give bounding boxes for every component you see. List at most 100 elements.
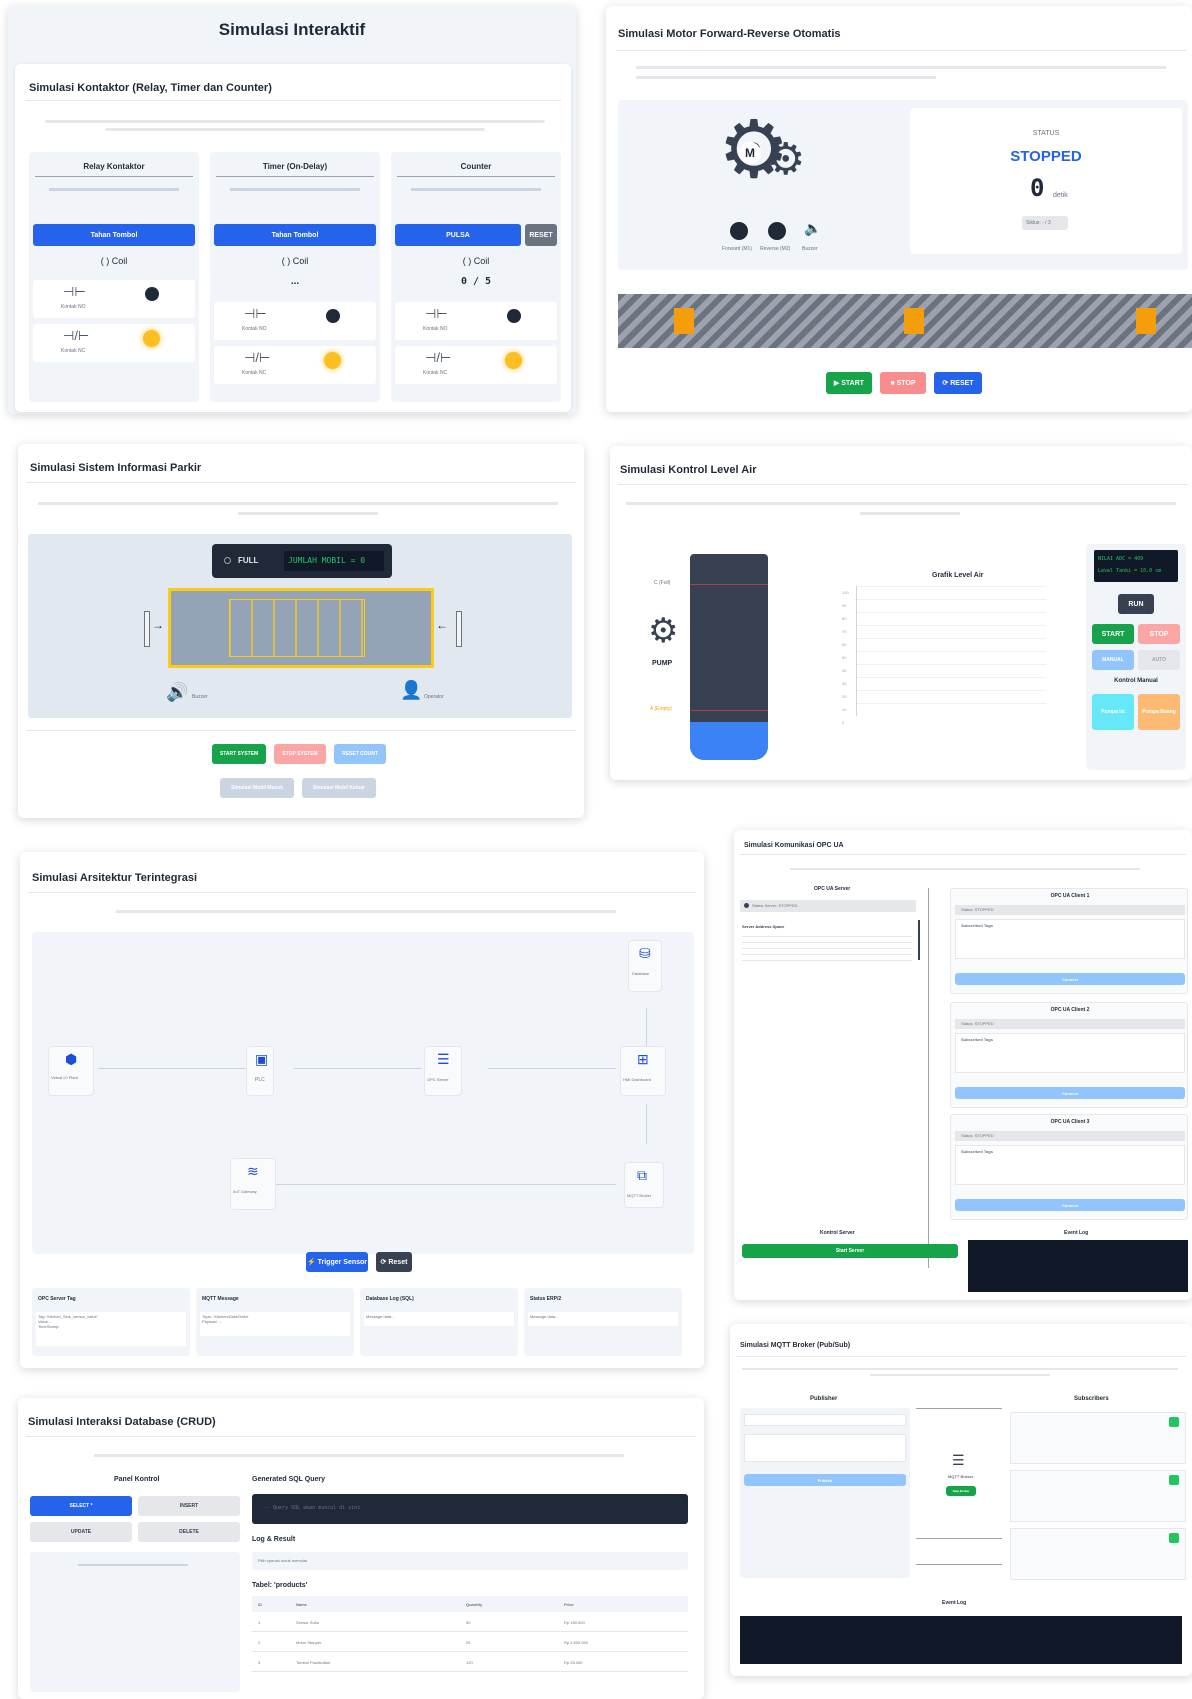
publisher-form: Publish: [740, 1408, 910, 1578]
publish-button[interactable]: Publish: [744, 1474, 906, 1486]
start-system-button[interactable]: START SYSTEM: [212, 744, 266, 764]
log-box: Pilih operasi untuk memulai.: [252, 1552, 688, 1570]
auto-button[interactable]: AUTO: [1138, 650, 1180, 670]
parking-lot: [168, 588, 434, 668]
full-lamp-icon: [224, 557, 231, 564]
panel-motor: Simulasi Motor Forward-Reverse Otomatis …: [606, 6, 1192, 412]
timer-coil: ( ) Coil: [281, 256, 309, 266]
run-button[interactable]: RUN: [1118, 594, 1154, 614]
pump-fill-button[interactable]: Pompa Isi: [1092, 694, 1134, 730]
counter-nc-label: Kontak NC: [423, 370, 448, 376]
subscriber-3-toggle[interactable]: [1169, 1533, 1179, 1543]
client-3-status: Status: STOPPED: [961, 1133, 994, 1138]
arch-diagram: ⬢ Virtual IO Plant ▣ PLC ☰ OPC Server ⊞ …: [32, 932, 694, 1254]
forward-label: Forward (M1): [722, 246, 753, 252]
relay-nc-label: Kontak NC: [61, 348, 86, 354]
update-button[interactable]: UPDATE: [30, 1522, 132, 1542]
info-db-text: Message data...: [364, 1312, 514, 1326]
water-fill: [690, 722, 768, 760]
table-row: 1 Sensor Suhu 50 Rp 150.000: [252, 1614, 688, 1632]
timer-nc-label: Kontak NC: [242, 370, 267, 376]
motor-reset-button[interactable]: ⟳ RESET: [934, 372, 982, 394]
plc-node[interactable]: ▣ PLC: [246, 1046, 274, 1096]
mqtt-title: Simulasi MQTT Broker (Pub/Sub): [740, 1342, 851, 1349]
lcd-line-2: Level Tanki = 10.0 cm: [1098, 568, 1162, 574]
opc-client-3: OPC UA Client 3 Status: STOPPED Subscrib…: [950, 1114, 1188, 1220]
motor-gear-small-icon: ⚙: [766, 135, 806, 184]
client-2-title: OPC UA Client 2: [1050, 1007, 1090, 1013]
trigger-sensor-button[interactable]: ⚡ Trigger Sensor: [306, 1252, 368, 1272]
message-input[interactable]: [744, 1434, 906, 1462]
relay-coil: ( ) Coil: [100, 256, 128, 266]
status-value: STOPPED: [1010, 148, 1082, 165]
opc-node[interactable]: ☰ OPC Server: [424, 1046, 462, 1096]
buzzer-label: Buzzer: [192, 694, 208, 700]
lamp-off-icon: [145, 287, 159, 301]
info-mqtt-label: MQTT Message: [202, 1296, 239, 1302]
db-node[interactable]: ⛁ Database: [628, 940, 662, 992]
client-1-sub: Subscribed Tags: [961, 923, 993, 928]
col-quantity: Quantity: [466, 1602, 483, 1607]
manual-button[interactable]: MANUAL: [1092, 650, 1134, 670]
client-3-connect-button[interactable]: Connect: [955, 1199, 1185, 1211]
delete-button[interactable]: DELETE: [138, 1522, 240, 1542]
start-server-button[interactable]: Start Server: [742, 1244, 958, 1258]
level-stop-button[interactable]: STOP: [1138, 624, 1180, 644]
network-icon: ⊞: [637, 1051, 649, 1067]
table-label: Tabel: 'products': [252, 1582, 308, 1589]
relay-hold-button[interactable]: Tahan Tombol: [33, 224, 195, 246]
info-erp-text: Message data...: [528, 1312, 678, 1326]
car-out-button[interactable]: Simulasi Mobil Keluar: [302, 778, 376, 798]
server-icon: ☰: [437, 1051, 450, 1067]
arch-reset-button[interactable]: ⟳ Reset: [376, 1252, 412, 1272]
no-contact-icon: ⊣⊢: [244, 306, 267, 321]
motor-start-button[interactable]: ▶ START: [826, 372, 872, 394]
rss-icon: ≋: [247, 1163, 259, 1179]
opc-log-label: Event Log: [1064, 1230, 1089, 1236]
level-start-button[interactable]: START: [1092, 624, 1134, 644]
info-db-label: Database Log (SQL): [366, 1296, 414, 1302]
hmi-node[interactable]: ⊞ HMI Dashboard: [620, 1046, 666, 1096]
iiot-label: IIoT Gateway: [233, 1189, 257, 1194]
page-title: Simulasi Interaktif: [218, 20, 366, 39]
panel-mqtt: Simulasi MQTT Broker (Pub/Sub) Publisher…: [730, 1324, 1192, 1676]
select-button[interactable]: SELECT *: [30, 1496, 132, 1516]
relay-no-label: Kontak NO: [61, 304, 86, 310]
client-2-connect-button[interactable]: Connect: [955, 1087, 1185, 1099]
status-dot-icon: [744, 903, 749, 908]
no-contact-icon: ⊣⊢: [425, 306, 448, 321]
stop-system-button[interactable]: STOP SYSTEM: [274, 744, 326, 764]
insert-button[interactable]: INSERT: [138, 1496, 240, 1516]
counter-column: Counter PULSA RESET ( ) Coil 0 / 5 ⊣⊢ Ko…: [391, 152, 561, 402]
info-mqtt-text: Topic: 'Kitchen/Data/Delta' Payload: ...: [200, 1312, 350, 1336]
chip-icon: ▣: [255, 1051, 269, 1067]
topic-input[interactable]: [744, 1414, 906, 1426]
timer-hold-button[interactable]: Tahan Tombol: [214, 224, 376, 246]
mqtt-node[interactable]: ⧉ MQTT Broker: [624, 1162, 664, 1208]
entry-gate-icon: [144, 611, 150, 647]
lcd-line-1: NILAI ADC = 409: [1098, 556, 1144, 562]
client-1-connect-button[interactable]: Connect: [955, 973, 1185, 985]
car-in-button[interactable]: Simulasi Mobil Masuk: [220, 778, 294, 798]
table-row: 2 Motor Stepper 25 Rp 2.500.000: [252, 1634, 688, 1652]
counter-reset-button[interactable]: RESET: [525, 224, 557, 246]
cycle-label: Siklus: - / 3: [1026, 220, 1051, 226]
opc-client-1: OPC UA Client 1 Status: STOPPED Subscrib…: [950, 888, 1188, 994]
cell: Rp 2.500.000: [564, 1640, 589, 1645]
relay-no-row: ⊣⊢ Kontak NO: [33, 280, 195, 318]
cell: 2: [258, 1640, 261, 1645]
plant-node[interactable]: ⬢ Virtual IO Plant: [48, 1046, 94, 1096]
reset-count-button[interactable]: RESET COUNT: [334, 744, 386, 764]
pump-drain-button[interactable]: Pompa Buang: [1138, 694, 1180, 730]
iiot-node[interactable]: ≋ IIoT Gateway: [230, 1158, 276, 1210]
level-lcd: NILAI ADC = 409 Level Tanki = 10.0 cm: [1094, 550, 1178, 582]
pulse-button[interactable]: PULSA: [395, 224, 521, 246]
motor-stop-button[interactable]: ■ STOP: [880, 372, 926, 394]
arsitektur-title: Simulasi Arsitektur Terintegrasi: [32, 872, 198, 884]
cell: 50: [466, 1620, 471, 1625]
subscriber-2-toggle[interactable]: [1169, 1475, 1179, 1485]
subscriber-1-toggle[interactable]: [1169, 1417, 1179, 1427]
products-table: ID Name Quantity Price 1 Sensor Suhu 50 …: [252, 1596, 688, 1696]
timer-column: Timer (On-Delay) Tahan Tombol ( ) Coil .…: [210, 152, 380, 402]
counter-coil: ( ) Coil: [462, 256, 490, 266]
